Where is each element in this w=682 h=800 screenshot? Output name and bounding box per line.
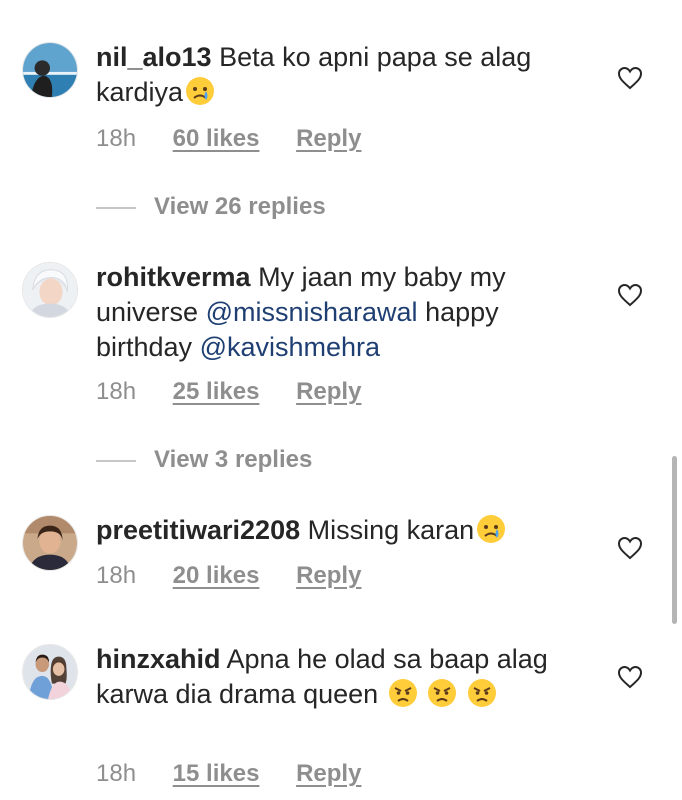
heart-icon[interactable] xyxy=(617,283,643,307)
comment-meta: 18h 20 likes Reply xyxy=(96,561,361,591)
angry-face-icon xyxy=(388,678,418,708)
comment-time: 18h xyxy=(96,125,137,152)
view-replies-label: View 26 replies xyxy=(154,193,326,220)
mention-link[interactable]: @kavishmehra xyxy=(200,332,380,362)
comment-time: 18h xyxy=(96,562,137,589)
comment-username[interactable]: nil_alo13 xyxy=(96,42,212,72)
crying-face-icon xyxy=(476,514,506,544)
replies-divider-line xyxy=(96,459,136,462)
view-replies-button[interactable]: View 26 replies xyxy=(96,192,326,222)
heart-icon[interactable] xyxy=(617,665,643,689)
avatar[interactable] xyxy=(22,42,78,98)
avatar[interactable] xyxy=(22,515,78,571)
likes-link[interactable]: 20 likes xyxy=(173,561,260,591)
comment-text: rohitkverma My jaan my baby my universe … xyxy=(96,260,576,365)
reply-button[interactable]: Reply xyxy=(296,561,361,591)
reply-button[interactable]: Reply xyxy=(296,377,361,407)
likes-link[interactable]: 60 likes xyxy=(173,124,260,154)
comment-meta: 18h 60 likes Reply xyxy=(96,124,361,154)
scrollbar[interactable] xyxy=(672,456,677,624)
comment-meta: 18h 15 likes Reply xyxy=(96,759,361,789)
comment-text: hinzxahid Apna he olad sa baap alag karw… xyxy=(96,642,576,712)
likes-link[interactable]: 25 likes xyxy=(173,377,260,407)
view-replies-button[interactable]: View 3 replies xyxy=(96,445,312,475)
comment-text: preetitiwari2208 Missing karan xyxy=(96,513,576,548)
avatar[interactable] xyxy=(22,262,78,318)
crying-face-icon xyxy=(185,76,215,106)
heart-icon[interactable] xyxy=(617,66,643,90)
comment-time: 18h xyxy=(96,760,137,787)
comment-body: Missing karan xyxy=(307,515,475,545)
view-replies-label: View 3 replies xyxy=(154,446,313,473)
mention-link[interactable]: @missnisharawal xyxy=(206,297,418,327)
angry-face-icon xyxy=(427,678,457,708)
reply-button[interactable]: Reply xyxy=(296,124,361,154)
heart-icon[interactable] xyxy=(617,536,643,560)
comment-meta: 18h 25 likes Reply xyxy=(96,377,361,407)
replies-divider-line xyxy=(96,206,136,209)
comment-time: 18h xyxy=(96,378,137,405)
comment-username[interactable]: rohitkverma xyxy=(96,262,251,292)
comment-username[interactable]: preetitiwari2208 xyxy=(96,515,300,545)
comment-username[interactable]: hinzxahid xyxy=(96,644,221,674)
likes-link[interactable]: 15 likes xyxy=(173,759,260,789)
reply-button[interactable]: Reply xyxy=(296,759,361,789)
avatar[interactable] xyxy=(22,644,78,700)
angry-face-icon xyxy=(467,678,497,708)
comment-text: nil_alo13 Beta ko apni papa se alag kard… xyxy=(96,40,576,110)
